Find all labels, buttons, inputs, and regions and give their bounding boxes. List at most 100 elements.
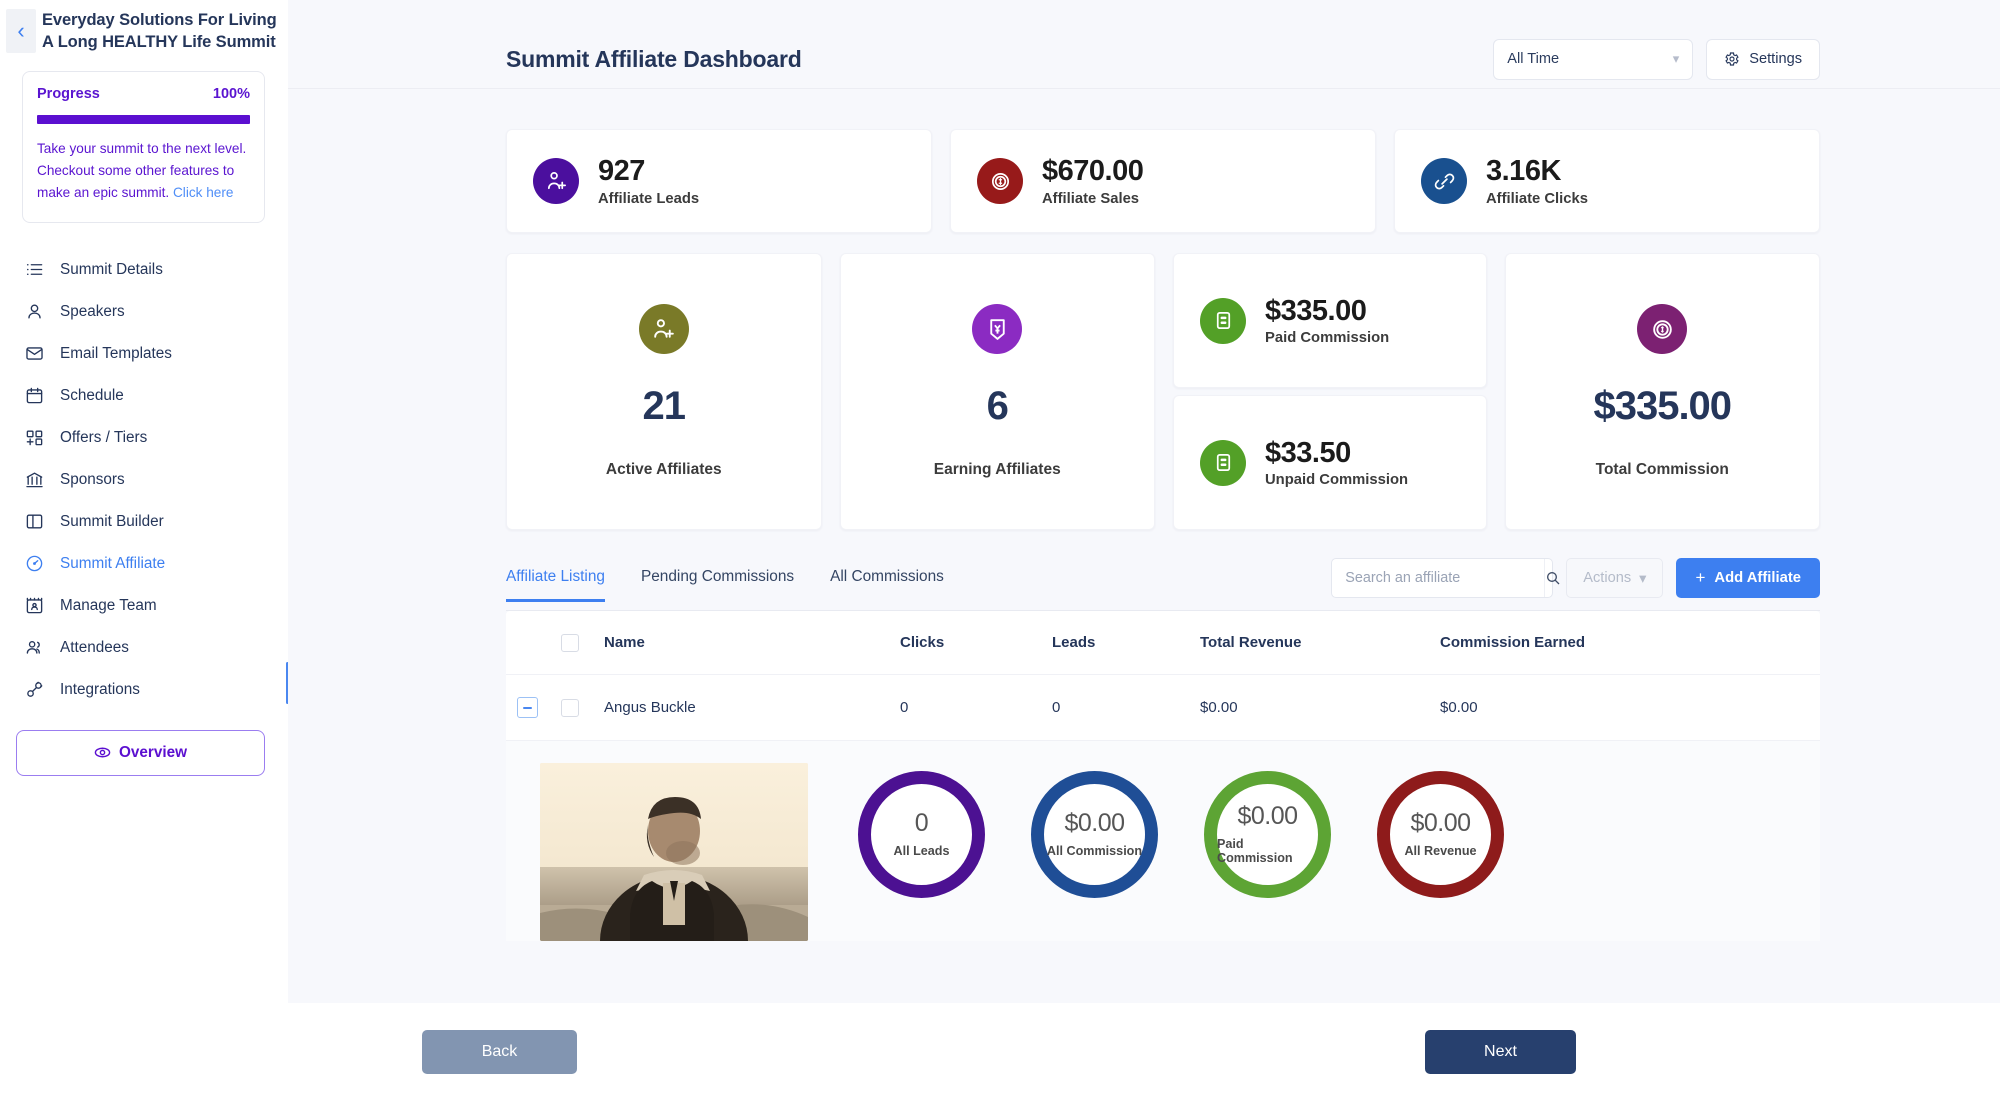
stat-text: $33.50 Unpaid Commission <box>1265 437 1408 488</box>
gauge-icon <box>24 554 44 574</box>
column-header-total-revenue: Total Revenue <box>1200 634 1302 651</box>
column-header-clicks: Clicks <box>900 634 945 651</box>
progress-percent: 100% <box>212 85 250 102</box>
progress-card: Progress 100% Take your summit to the ne… <box>22 70 265 223</box>
donut-value: $0.00 <box>1410 809 1471 837</box>
collapse-row-toggle[interactable] <box>516 697 538 718</box>
sidebar-item-label: Summit Details <box>60 260 163 278</box>
sidebar-item-label: Summit Affiliate <box>60 554 166 572</box>
chevron-left-icon[interactable]: ‹ <box>6 8 36 53</box>
settings-button-label: Settings <box>1749 51 1802 67</box>
next-button[interactable]: Next <box>1425 1029 1576 1074</box>
eye-icon <box>94 747 111 758</box>
chevron-down-icon: ▾ <box>1672 51 1680 66</box>
overview-button-label: Overview <box>118 743 188 761</box>
actions-label: Actions <box>1583 570 1632 586</box>
sidebar-item-offers-tiers[interactable]: Offers / Tiers <box>0 417 287 459</box>
stat-label: Paid Commission <box>1265 330 1390 347</box>
minus-icon <box>522 706 532 709</box>
column-header-name: Name <box>604 634 645 651</box>
search-icon <box>1547 572 1560 585</box>
summit-header: ‹ Everyday Solutions For Living A Long H… <box>0 4 287 54</box>
cell-clicks: 0 <box>900 699 909 716</box>
dollar-coin-icon <box>1637 304 1688 354</box>
donut-paid-commission: $0.00 Paid Commission <box>1204 771 1331 898</box>
expand-cell <box>506 697 548 718</box>
row-detail-panel: 0 All Leads $0.00 All Commission $0.00 Paid C… <box>506 741 1820 941</box>
server-icon <box>1200 439 1246 486</box>
row-checkbox[interactable] <box>561 698 579 717</box>
sidebar-item-summit-affiliate[interactable]: Summit Affiliate <box>0 543 287 585</box>
sidebar-item-attendees[interactable]: Attendees <box>0 627 287 669</box>
sidebar-item-email-templates[interactable]: Email Templates <box>0 333 287 375</box>
stat-value: 21 <box>642 384 686 428</box>
sidebar-item-schedule[interactable]: Schedule <box>0 375 287 417</box>
mail-icon <box>24 344 44 364</box>
summit-title: Everyday Solutions For Living A Long HEA… <box>42 11 277 51</box>
overview-button[interactable]: Overview <box>16 729 265 776</box>
sidebar-item-label: Summit Builder <box>60 512 164 530</box>
affiliate-table: Name Clicks Leads Total Revenue Commissi… <box>506 611 1820 941</box>
main-content: Summit Affiliate Dashboard All Time ▾ Se… <box>288 0 2000 1100</box>
stat-card-earning-affiliates: 6 Earning Affiliates <box>839 253 1155 530</box>
progress-note-link[interactable]: Click here <box>173 185 233 200</box>
stat-label: Affiliate Sales <box>1042 190 1140 207</box>
donut-label: All Commission <box>1046 844 1143 858</box>
settings-button[interactable]: Settings <box>1706 38 1820 80</box>
sidebar-item-manage-team[interactable]: Manage Team <box>0 585 287 627</box>
layout-icon <box>24 512 44 532</box>
stat-text: $670.00 Affiliate Sales <box>1042 155 1144 207</box>
select-all-checkbox[interactable] <box>561 633 579 652</box>
sidebar-item-integrations[interactable]: Integrations <box>0 669 287 711</box>
stat-value: $335.00 <box>1593 384 1732 428</box>
back-button[interactable]: Back <box>422 1029 577 1074</box>
sidebar-item-label: Sponsors <box>60 470 125 488</box>
search-input[interactable] <box>1332 570 1545 586</box>
stat-value: $670.00 <box>1042 155 1144 188</box>
users-icon <box>24 638 44 658</box>
sidebar-item-label: Attendees <box>60 638 129 656</box>
time-range-value: All Time <box>1507 51 1560 67</box>
sidebar-item-label: Speakers <box>60 302 125 320</box>
commission-stack: $335.00 Paid Commission $33.50 Unpaid Co… <box>1173 253 1487 530</box>
sidebar-item-label: Email Templates <box>60 344 172 362</box>
topbar: Summit Affiliate Dashboard All Time ▾ Se… <box>288 0 2000 88</box>
stat-card-total-commission: $335.00 Total Commission <box>1504 253 1820 530</box>
tab-all-commissions[interactable]: All Commissions <box>812 568 962 602</box>
dollar-coin-icon <box>977 158 1023 204</box>
team-badge-icon <box>24 596 44 616</box>
tab-pending-commissions[interactable]: Pending Commissions <box>623 568 812 602</box>
add-affiliate-button[interactable]: + Add Affiliate <box>1676 558 1820 598</box>
donut-value: $0.00 <box>1064 809 1125 837</box>
stat-value: 3.16K <box>1486 155 1561 188</box>
stat-label: Unpaid Commission <box>1265 472 1409 489</box>
cell-commission-earned: $0.00 <box>1440 699 1478 716</box>
progress-fill <box>37 114 250 124</box>
app-root: ‹ Everyday Solutions For Living A Long H… <box>0 0 2000 1100</box>
actions-dropdown[interactable]: Actions ▾ <box>1566 558 1664 598</box>
link-icon <box>1421 158 1467 204</box>
donut-all-revenue: $0.00 All Revenue <box>1377 771 1504 898</box>
sidebar-item-summit-builder[interactable]: Summit Builder <box>0 501 287 543</box>
tab-list: Affiliate Listing Pending Commissions All … <box>506 568 962 602</box>
sidebar-item-sponsors[interactable]: Sponsors <box>0 459 287 501</box>
sidebar-item-speakers[interactable]: Speakers <box>0 291 287 333</box>
stat-card-affiliate-clicks: 3.16K Affiliate Clicks <box>1394 129 1820 233</box>
donut-label: All Revenue <box>1404 844 1477 858</box>
add-affiliate-label: Add Affiliate <box>1714 570 1801 586</box>
footer-bar: Back Next Help <box>0 1003 2000 1100</box>
affiliate-photo <box>540 763 808 941</box>
stat-label: Affiliate Leads <box>598 190 700 207</box>
cell-name: Angus Buckle <box>604 699 696 716</box>
stat-card-active-affiliates: 21 Active Affiliates <box>506 253 822 530</box>
table-row[interactable]: Angus Buckle 0 0 $0.00 $0.00 <box>506 675 1820 741</box>
tab-affiliate-listing[interactable]: Affiliate Listing <box>506 568 623 602</box>
time-range-select[interactable]: All Time ▾ <box>1493 38 1694 80</box>
progress-row: Progress 100% <box>37 86 250 102</box>
voucher-icon <box>972 304 1023 354</box>
search-button[interactable] <box>1544 559 1561 597</box>
header-divider <box>288 88 2000 89</box>
stats-row-secondary: 21 Active Affiliates 6 Earning Affiliate… <box>506 253 1820 530</box>
sidebar-item-summit-details[interactable]: Summit Details <box>0 249 287 291</box>
table-tools: Actions ▾ + Add Affiliate <box>1331 558 1820 610</box>
